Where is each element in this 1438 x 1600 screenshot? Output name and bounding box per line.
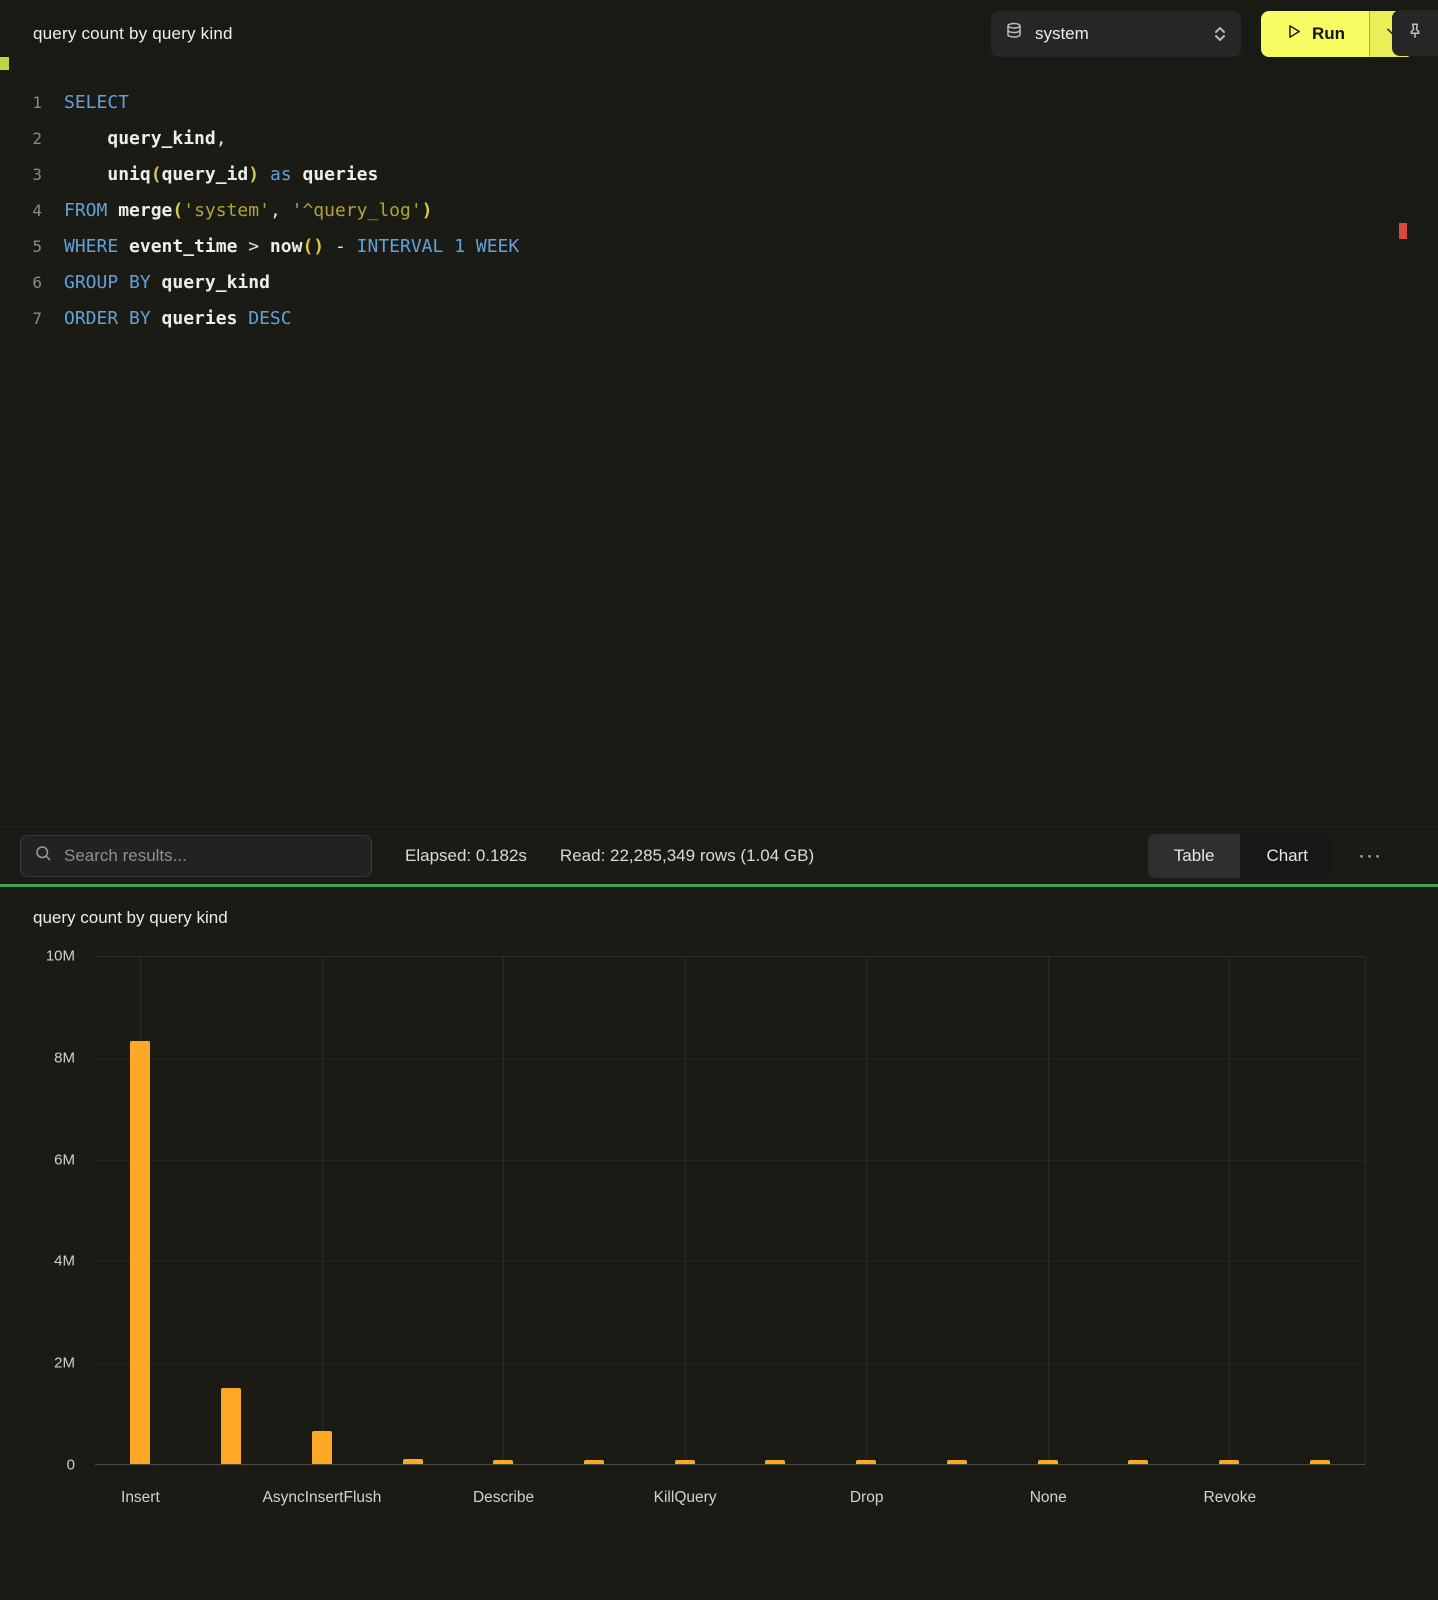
bar	[1038, 1460, 1058, 1464]
tab-chart[interactable]: Chart	[1240, 834, 1334, 878]
code-line: 1SELECT	[0, 85, 1438, 121]
code-line: 2 query_kind,	[0, 121, 1438, 157]
gridline-vertical	[1048, 957, 1049, 1464]
y-axis-label: 4M	[54, 1253, 75, 1270]
x-axis-label: AsyncInsertFlush	[263, 1489, 382, 1507]
pin-icon	[1406, 21, 1424, 46]
search-results-box[interactable]	[20, 835, 372, 877]
bar	[1128, 1460, 1148, 1464]
x-axis-label: Drop	[850, 1489, 884, 1507]
bar	[947, 1460, 967, 1464]
database-icon	[1005, 22, 1023, 45]
y-axis-label: 2M	[54, 1355, 75, 1372]
chart-x-axis: Insert AsyncInsertFlush Describe KillQuery D…	[95, 1481, 1366, 1511]
x-axis-label: Revoke	[1204, 1489, 1257, 1507]
bar	[856, 1460, 876, 1464]
code-line: 4FROM merge('system', '^query_log')	[0, 193, 1438, 229]
gridline-vertical	[866, 957, 867, 1464]
y-axis-label: 10M	[46, 948, 75, 965]
x-axis-label: Describe	[473, 1489, 534, 1507]
read-stat: Read: 22,285,349 rows (1.04 GB)	[560, 846, 814, 866]
y-axis-label: 6M	[54, 1151, 75, 1168]
search-input[interactable]	[62, 845, 358, 867]
bar	[493, 1460, 513, 1464]
pin-button[interactable]	[1392, 10, 1438, 56]
gridline-horizontal	[95, 1058, 1365, 1059]
line-number: 4	[0, 193, 42, 229]
line-number: 1	[0, 85, 42, 121]
line-number: 2	[0, 121, 42, 157]
gutter-change-marker	[0, 57, 9, 70]
y-axis-label: 8M	[54, 1049, 75, 1066]
sql-editor[interactable]: 1SELECT2 query_kind,3 uniq(query_id) as …	[0, 67, 1438, 826]
bar-chart	[95, 956, 1366, 1465]
query-title: query count by query kind	[33, 24, 233, 44]
bar	[312, 1431, 332, 1464]
tab-table[interactable]: Table	[1148, 834, 1241, 878]
gridline-vertical	[503, 957, 504, 1464]
y-axis-label: 0	[67, 1457, 75, 1474]
code-line: 3 uniq(query_id) as queries	[0, 157, 1438, 193]
play-icon	[1285, 23, 1302, 45]
code-line: 6GROUP BY query_kind	[0, 265, 1438, 301]
results-view-controls: Table Chart ···	[1148, 834, 1382, 878]
bar	[1310, 1460, 1330, 1464]
bar	[403, 1459, 423, 1464]
bar	[765, 1460, 785, 1464]
x-axis-label: Insert	[121, 1489, 160, 1507]
x-axis-label: KillQuery	[654, 1489, 717, 1507]
gridline-vertical	[322, 957, 323, 1464]
bar	[584, 1460, 604, 1464]
elapsed-stat: Elapsed: 0.182s	[405, 846, 527, 866]
chart-y-axis: 10M8M6M4M2M0	[0, 956, 95, 1465]
run-button-label: Run	[1312, 24, 1345, 44]
toolbar-actions: system Run	[991, 11, 1414, 57]
line-number: 7	[0, 301, 42, 337]
gridline-vertical	[685, 957, 686, 1464]
bar	[1219, 1460, 1239, 1464]
line-number: 6	[0, 265, 42, 301]
bar	[221, 1388, 241, 1464]
view-toggle: Table Chart	[1148, 834, 1334, 878]
bar	[675, 1460, 695, 1464]
panel-resizer[interactable]	[0, 884, 1438, 887]
code-line: 5WHERE event_time > now() - INTERVAL 1 W…	[0, 229, 1438, 265]
select-arrows-icon	[1213, 24, 1227, 44]
x-axis-label: None	[1030, 1489, 1067, 1507]
gridline-vertical	[1229, 957, 1230, 1464]
top-toolbar: query count by query kind system	[0, 0, 1438, 67]
gridline-horizontal	[95, 1160, 1365, 1161]
code-line: 7ORDER BY queries DESC	[0, 301, 1438, 337]
results-toolbar: Elapsed: 0.182s Read: 22,285,349 rows (1…	[0, 826, 1438, 884]
line-number: 3	[0, 157, 42, 193]
database-selector-value: system	[1035, 24, 1089, 44]
search-icon	[34, 844, 52, 867]
run-button[interactable]: Run	[1261, 11, 1369, 57]
chart-title: query count by query kind	[33, 908, 228, 928]
gridline-horizontal	[95, 1261, 1365, 1262]
gridline-horizontal	[95, 1363, 1365, 1364]
more-options-button[interactable]: ···	[1358, 845, 1382, 866]
bar	[130, 1041, 150, 1464]
line-number: 5	[0, 229, 42, 265]
database-selector[interactable]: system	[991, 11, 1241, 57]
scrollbar-annotation-marker	[1399, 223, 1407, 239]
